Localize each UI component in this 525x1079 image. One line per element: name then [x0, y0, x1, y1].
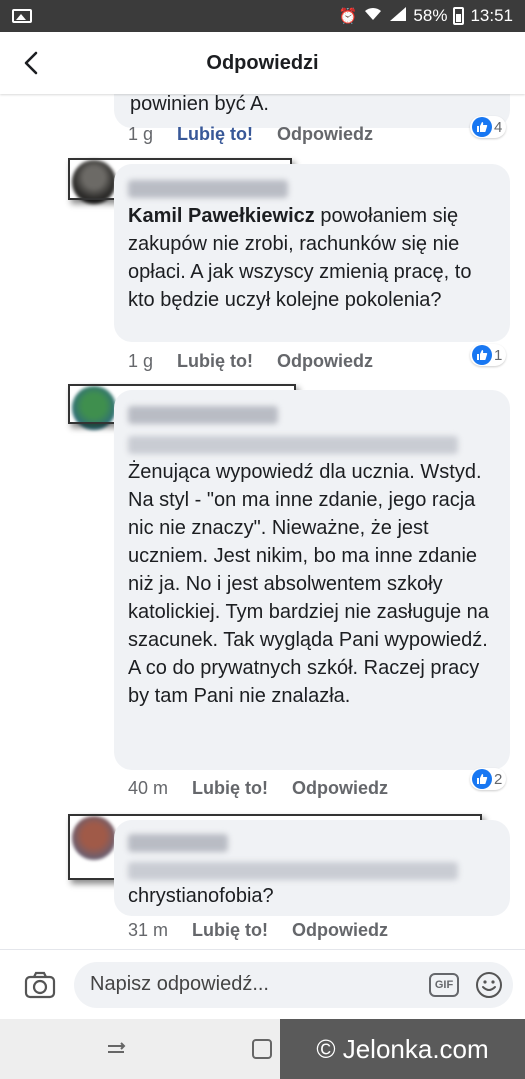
comment-text: Żenująca wypowiedź dla ucznia. Wstyd. Na…: [128, 461, 489, 707]
camera-button[interactable]: [24, 969, 56, 1001]
reply-input[interactable]: Napisz odpowiedź... GIF: [74, 961, 513, 1008]
like-button[interactable]: Lubię to!: [177, 351, 253, 372]
reply-button[interactable]: Odpowiedz: [292, 920, 388, 941]
wifi-icon: [363, 6, 383, 26]
like-reaction-icon: [472, 117, 492, 137]
comment-text: powinien być A.: [130, 94, 269, 115]
like-reaction-icon: [472, 769, 492, 789]
comment-actions: 40 m Lubię to! Odpowiedz: [128, 778, 388, 799]
arrow-left-icon: [24, 51, 38, 75]
comment-time: 40 m: [128, 778, 169, 798]
camera-icon: [24, 971, 56, 998]
header-bar: Odpowiedzi: [0, 32, 525, 94]
reply-input-placeholder: Napisz odpowiedź...: [90, 973, 269, 995]
reaction-count[interactable]: 4: [470, 116, 507, 138]
gallery-notification-icon: [12, 9, 32, 23]
watermark: © Jelonka.com: [280, 1019, 525, 1079]
author-name[interactable]: [128, 406, 278, 424]
recent-apps-icon[interactable]: [104, 1037, 128, 1061]
alarm-icon: ⏰: [338, 8, 358, 25]
reply-button[interactable]: Odpowiedz: [292, 778, 388, 799]
gif-button[interactable]: GIF: [429, 972, 459, 997]
reaction-count[interactable]: 1: [470, 344, 507, 366]
page-title: Odpowiedzi: [206, 51, 319, 74]
reaction-count[interactable]: 2: [470, 768, 507, 790]
like-button[interactable]: Lubię to!: [177, 124, 253, 145]
replies-list[interactable]: powinien być A. 4 1 g Lubię to! Odpowied…: [0, 94, 525, 949]
home-icon[interactable]: [250, 1037, 274, 1061]
comment-bubble: Kamil Pawełkiewicz powołaniem się zakupó…: [114, 164, 510, 342]
comment-time: 31 m: [128, 920, 169, 940]
comment-text: chrystianofobia?: [128, 885, 274, 907]
mention-link[interactable]: [128, 436, 458, 454]
clock: 13:51: [470, 6, 513, 25]
like-button[interactable]: Lubię to!: [192, 778, 268, 799]
emoji-icon[interactable]: [475, 971, 503, 999]
comment-actions: 1 g Lubię to! Odpowiedz: [128, 124, 373, 145]
comment-text: Kamil Pawełkiewicz powołaniem się zakupó…: [128, 205, 472, 311]
comment-bubble: chrystianofobia?: [114, 820, 510, 916]
mention-link[interactable]: Kamil Pawełkiewicz: [128, 205, 315, 227]
author-name[interactable]: [128, 180, 288, 198]
back-button[interactable]: [14, 46, 48, 80]
reply-button[interactable]: Odpowiedz: [277, 124, 373, 145]
comment-bubble: powinien być A.: [114, 94, 510, 128]
like-reaction-icon: [472, 345, 492, 365]
comment-bubble: Żenująca wypowiedź dla ucznia. Wstyd. Na…: [114, 390, 510, 770]
reply-composer: Napisz odpowiedź... GIF: [0, 949, 525, 1019]
author-name[interactable]: [128, 834, 228, 852]
comment-time: 1 g: [128, 351, 154, 371]
comment-actions: 1 g Lubię to! Odpowiedz: [128, 351, 373, 372]
mention-link[interactable]: [128, 862, 458, 880]
signal-icon: [389, 6, 407, 26]
comment-time: 1 g: [128, 124, 154, 144]
like-button[interactable]: Lubię to!: [192, 920, 268, 941]
status-bar: ⏰ 58% 13:51: [0, 0, 525, 32]
battery-icon: [453, 7, 465, 25]
battery-percent: 58%: [413, 6, 448, 25]
reply-button[interactable]: Odpowiedz: [277, 351, 373, 372]
comment-actions: 31 m Lubię to! Odpowiedz: [128, 920, 388, 941]
